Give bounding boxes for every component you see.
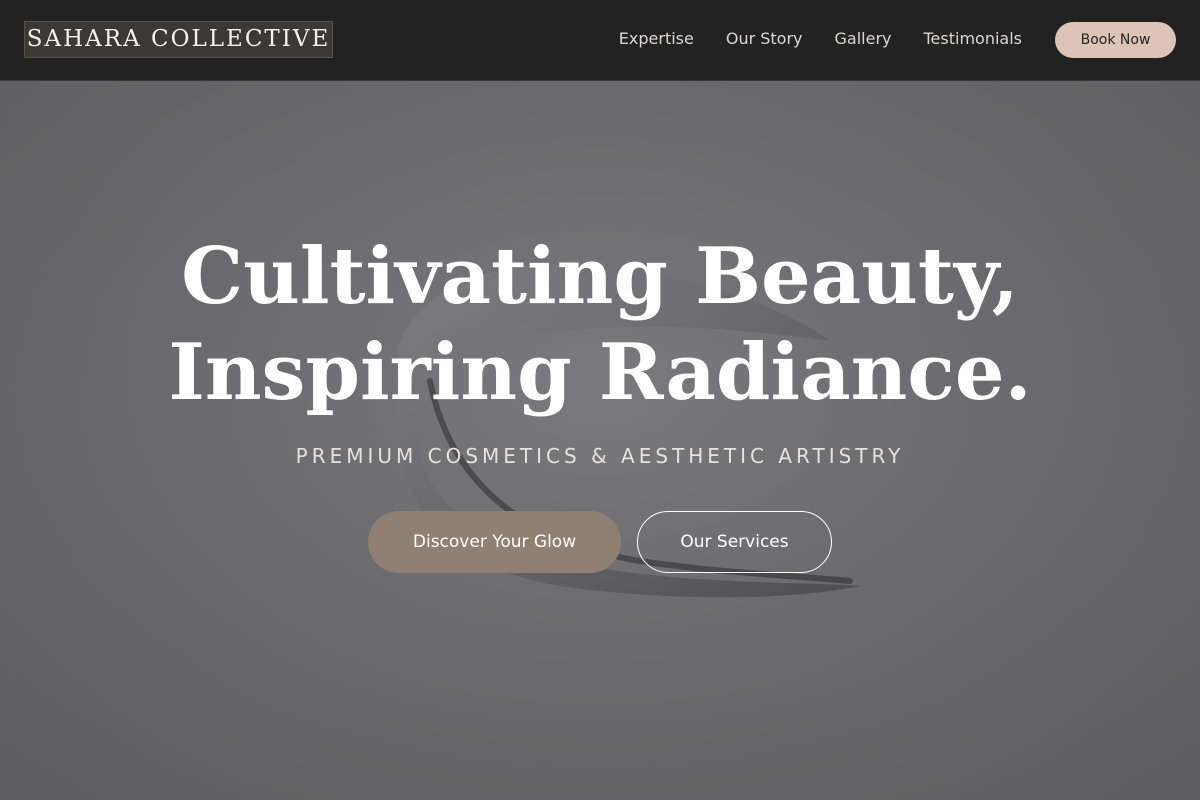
brand-logo[interactable]: SAHARA COLLECTIVE [24, 21, 333, 58]
book-now-button[interactable]: Book Now [1055, 22, 1176, 58]
hero-tagline: PREMIUM COSMETICS & AESTHETIC ARTISTRY [295, 444, 905, 468]
nav-link-expertise[interactable]: Expertise [619, 28, 694, 50]
nav-link-testimonials[interactable]: Testimonials [924, 28, 1023, 50]
main-nav: Expertise Our Story Gallery Testimonials [619, 28, 1022, 50]
nav-link-gallery[interactable]: Gallery [835, 28, 892, 50]
headline-line-1: Cultivating Beauty, [181, 231, 1019, 322]
hero-section: Cultivating Beauty, Inspiring Radiance. … [0, 81, 1200, 800]
headline-line-2: Inspiring Radiance. [168, 327, 1032, 418]
hero-headline: Cultivating Beauty, Inspiring Radiance. [0, 229, 1200, 421]
discover-glow-button[interactable]: Discover Your Glow [368, 511, 621, 573]
hero-background-image [0, 81, 1200, 800]
site-header: SAHARA COLLECTIVE Expertise Our Story Ga… [0, 0, 1200, 81]
nav-link-our-story[interactable]: Our Story [726, 28, 803, 50]
our-services-button[interactable]: Our Services [637, 511, 832, 573]
